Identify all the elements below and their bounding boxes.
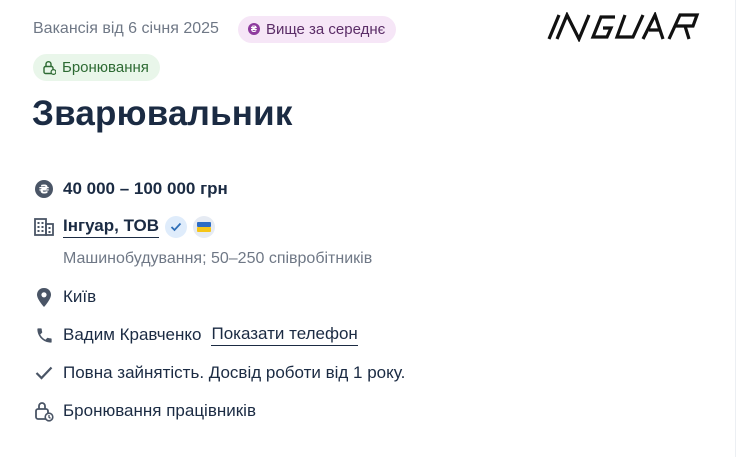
- header-row: Вакансія від 6 січня 2025 ₴ Вище за сере…: [33, 15, 397, 43]
- currency-icon: ₴: [33, 178, 55, 200]
- building-icon: [33, 216, 55, 238]
- contact-row: Вадим Кравченко Показати телефон: [33, 324, 358, 346]
- company-link[interactable]: Інгуар, ТОВ: [63, 216, 160, 238]
- vacancy-title: Зварювальник: [32, 94, 293, 133]
- company-logo[interactable]: [545, 12, 707, 42]
- lock-icon: [33, 400, 55, 422]
- phone-icon: [33, 324, 55, 346]
- employment-row: Повна зайнятість. Досвід роботи від 1 ро…: [33, 362, 405, 384]
- company-row: Інгуар, ТОВ: [33, 216, 216, 238]
- city: Київ: [63, 287, 97, 306]
- contact-name: Вадим Кравченко: [63, 325, 202, 344]
- ukraine-flag-icon[interactable]: [193, 216, 216, 238]
- salary-level-badge[interactable]: ₴ Вище за середнє: [237, 15, 397, 43]
- booking-badge-label: Бронювання: [62, 59, 149, 76]
- booking-badge[interactable]: Бронювання: [33, 54, 160, 81]
- verified-icon[interactable]: [165, 216, 188, 238]
- svg-text:₴: ₴: [39, 183, 49, 197]
- location-row: Київ: [33, 286, 96, 308]
- salary-range: 40 000 – 100 000 грн: [63, 179, 228, 198]
- reservation-row: Бронювання працівників: [33, 400, 256, 422]
- company-meta: Машинобудування; 50–250 співробітників: [63, 250, 373, 267]
- vacancy-card: Вакансія від 6 січня 2025 ₴ Вище за сере…: [0, 0, 736, 457]
- employment-info: Повна зайнятість. Досвід роботи від 1 ро…: [63, 363, 406, 382]
- pin-icon: [33, 286, 55, 308]
- salary-row: ₴ 40 000 – 100 000 грн: [33, 178, 228, 200]
- salary-level-label: Вище за середнє: [265, 20, 386, 38]
- show-phone-link[interactable]: Показати телефон: [211, 324, 358, 346]
- currency-icon: ₴: [247, 23, 260, 35]
- reservation-info: Бронювання працівників: [63, 401, 256, 420]
- check-icon: [33, 362, 55, 384]
- posted-date: Вакансія від 6 січня 2025: [33, 20, 219, 37]
- lock-icon: [43, 61, 56, 75]
